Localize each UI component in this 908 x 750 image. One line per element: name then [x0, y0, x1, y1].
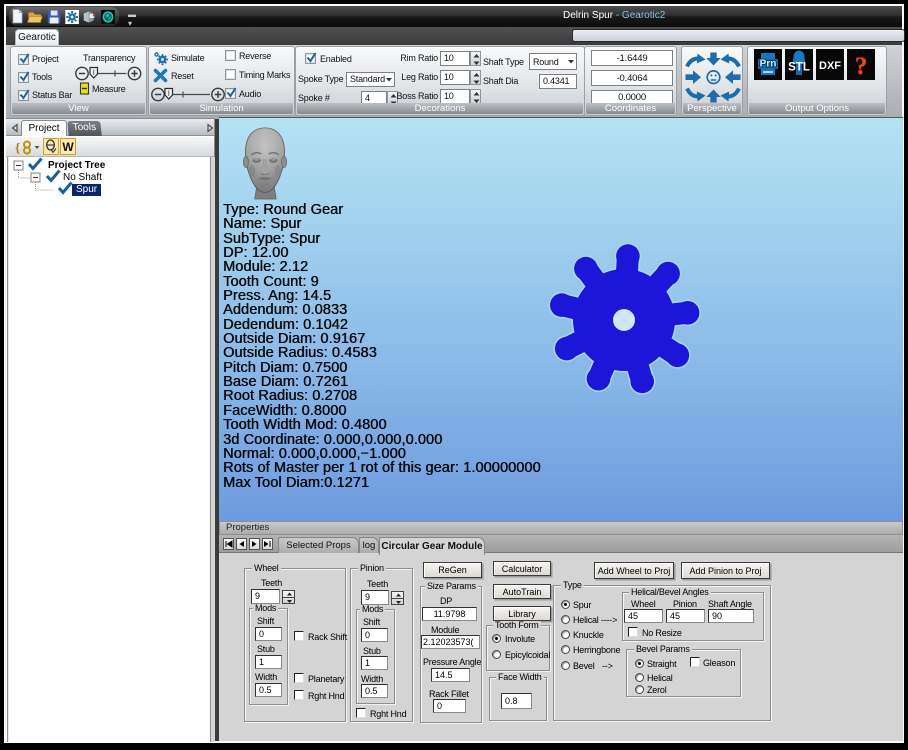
svg-text:DXF: DXF — [819, 60, 841, 72]
svg-text:STL: STL — [788, 62, 810, 74]
svg-text:Prn: Prn — [760, 59, 777, 70]
svg-text:?: ? — [855, 53, 867, 80]
svg-text:W: W — [62, 140, 74, 154]
svg-text:{: { — [15, 140, 20, 155]
